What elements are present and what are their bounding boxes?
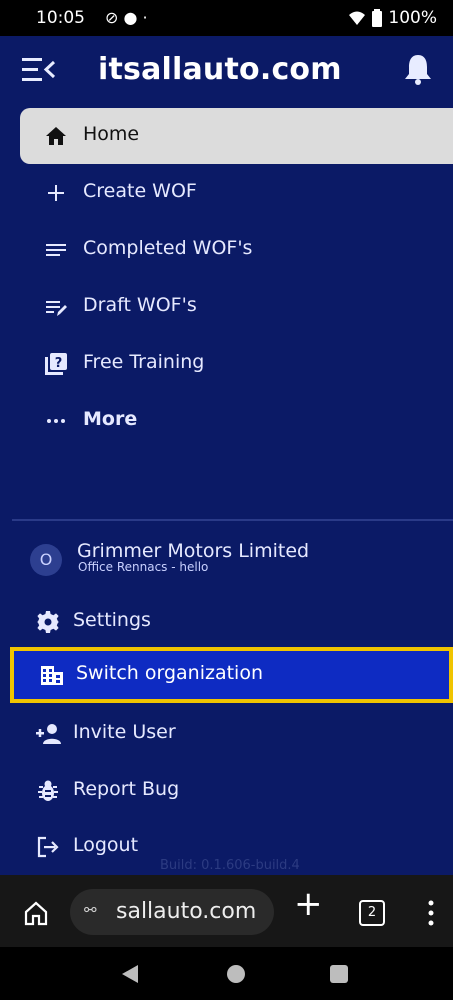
report-bug-item[interactable]: Report Bug [0,763,453,819]
battery-percent: 100% [388,8,437,28]
address-url: sallauto.com [116,899,257,924]
browser-toolbar: ⚯ sallauto.com + 2 [0,875,453,947]
browser-home-icon[interactable] [22,899,50,927]
tab-switcher-button[interactable]: 2 [359,900,385,926]
build-version: Build: 0.1.606-build.4 [160,858,300,873]
nav-item-more[interactable]: More [0,393,453,449]
building-icon [41,666,63,685]
gear-icon [37,611,59,633]
nav-label-draft-wofs: Draft WOF's [83,294,197,316]
add-person-icon [36,724,61,744]
org-subtitle: Office Rennacs - hello [78,560,209,574]
avatar: O [30,544,62,576]
nav-item-completed-wofs[interactable]: Completed WOF's [0,222,453,278]
org-name: Grimmer Motors Limited [77,540,310,562]
nav-item-home[interactable]: Home [20,108,453,164]
status-right: 100% [348,8,437,28]
settings-label: Settings [73,609,151,631]
status-notification-icons: ⊘ ● · [105,8,148,27]
settings-item[interactable]: Settings [0,594,453,650]
recents-icon[interactable] [330,965,348,983]
system-navigation-bar [0,947,453,1000]
wifi-icon [349,11,366,25]
more-dots-icon [47,419,65,423]
app-title: itsallauto.com [98,52,342,87]
list-icon [46,244,66,256]
back-icon[interactable] [122,965,138,983]
nav-label-home: Home [83,123,140,145]
invite-user-label: Invite User [73,721,176,743]
nav-label-create-wof: Create WOF [83,180,197,202]
nav-item-create-wof[interactable]: Create WOF [0,165,453,221]
bug-icon [38,780,58,801]
logout-icon [37,836,59,858]
edit-list-icon [46,301,67,316]
logout-label: Logout [73,834,139,856]
collapse-menu-icon[interactable] [22,56,58,84]
status-bar: 10:05 ⊘ ● · 100% [0,0,453,36]
svg-text:?: ? [55,356,63,371]
home-button-icon[interactable] [227,965,245,983]
overflow-menu-icon[interactable] [428,899,434,927]
battery-icon [372,9,383,27]
divider [12,519,453,521]
site-settings-icon[interactable]: ⚯ [84,901,106,923]
nav-label-free-training: Free Training [83,351,205,373]
switch-organization-item[interactable]: Switch organization [10,647,453,703]
nav-label-completed-wofs: Completed WOF's [83,237,253,259]
switch-organization-label: Switch organization [76,662,263,684]
app-header: itsallauto.com [0,36,453,108]
new-tab-icon[interactable]: + [294,887,323,921]
help-book-icon: ? [45,353,67,375]
bell-icon[interactable] [403,52,433,86]
organization-info[interactable]: O Grimmer Motors Limited Office Rennacs … [0,538,453,582]
nav-item-draft-wofs[interactable]: Draft WOF's [0,279,453,335]
home-icon [46,127,66,145]
status-time: 10:05 [36,8,85,28]
nav-item-free-training[interactable]: ? Free Training [0,336,453,392]
invite-user-item[interactable]: Invite User [0,706,453,762]
plus-icon [48,185,64,201]
nav-label-more: More [83,408,138,430]
address-bar[interactable]: ⚯ sallauto.com [70,889,274,935]
report-bug-label: Report Bug [73,778,180,800]
